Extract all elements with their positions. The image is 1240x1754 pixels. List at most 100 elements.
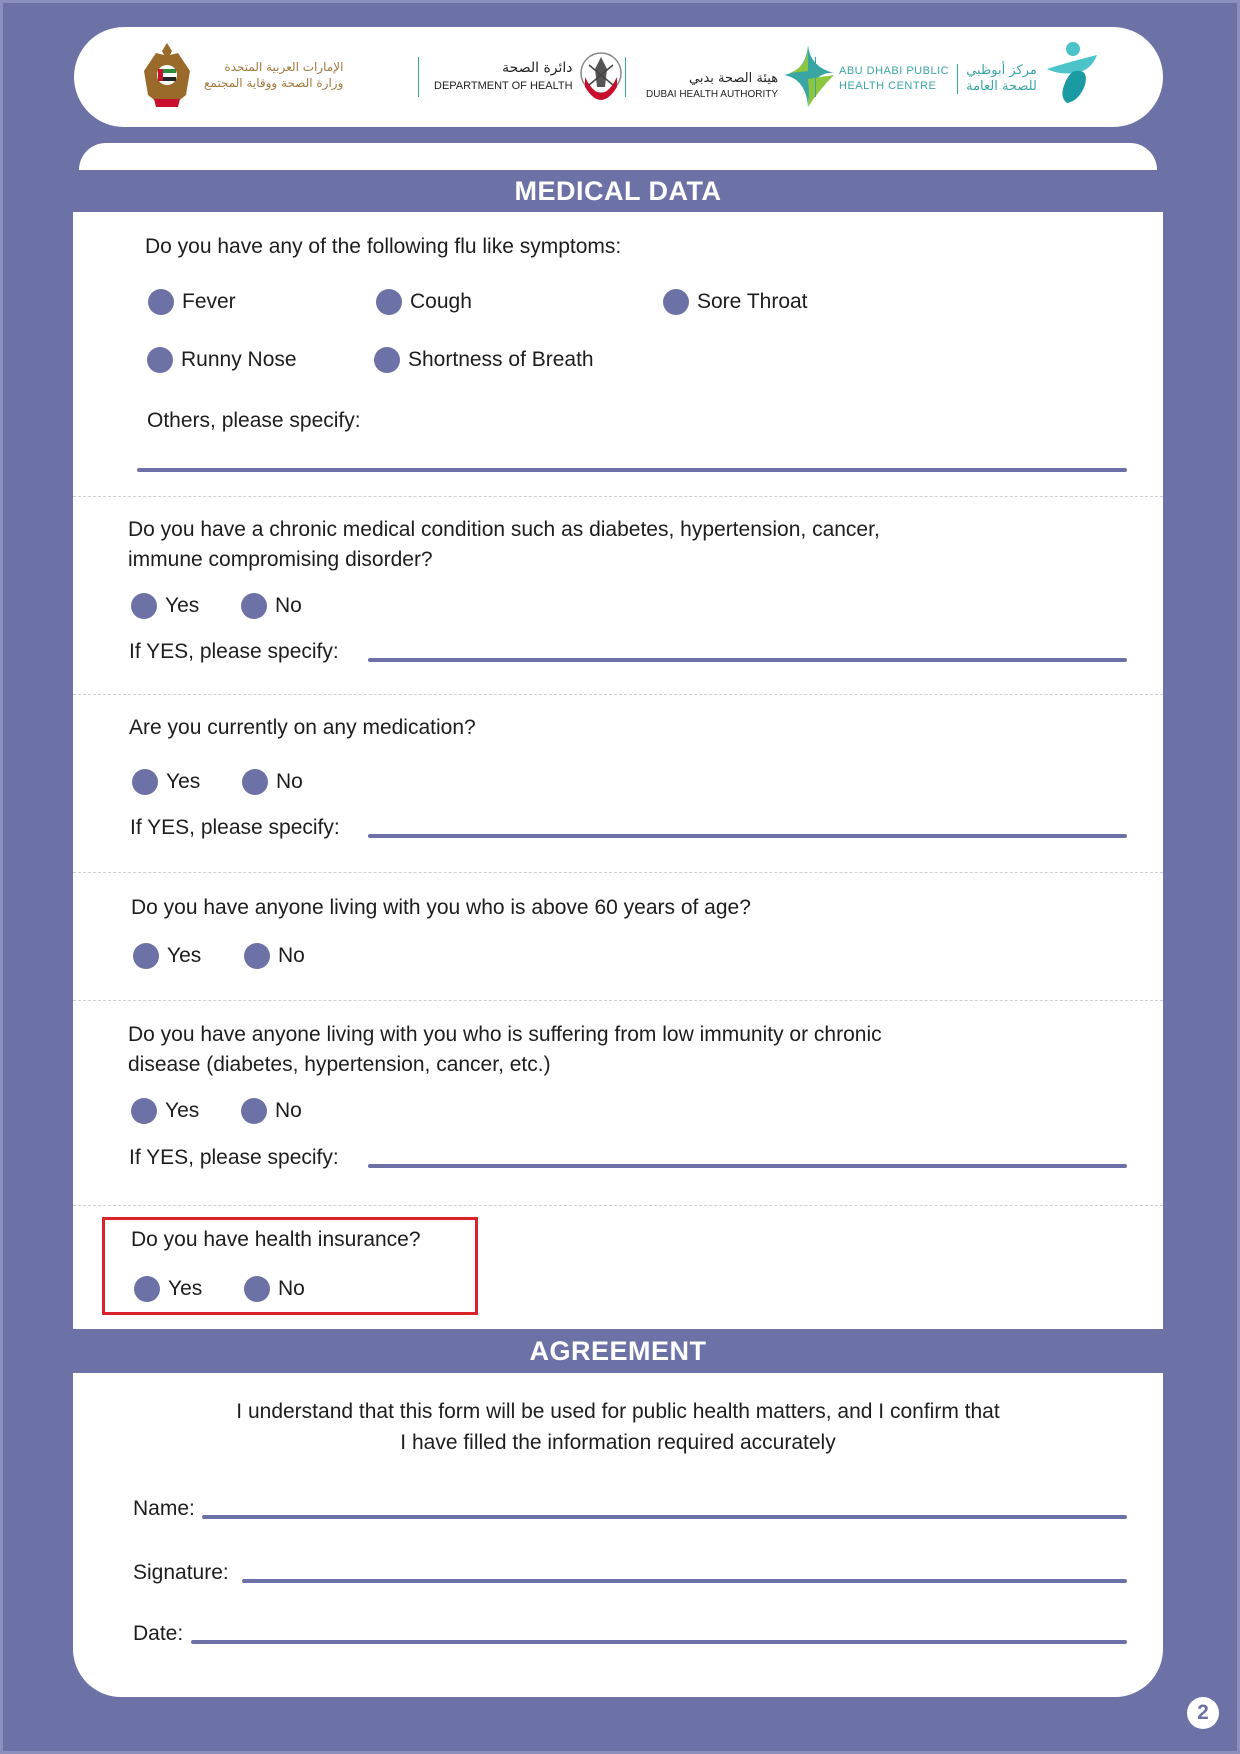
radio-icon[interactable] [131,1098,157,1124]
symptom-option-cough[interactable]: Cough [376,289,472,315]
agreement-card: I understand that this form will be used… [73,1373,1163,1697]
section-divider [73,694,1163,695]
symptom-option-fever[interactable]: Fever [148,289,236,315]
agreement-text: I understand that this form will be used… [73,1396,1163,1458]
section-divider [73,496,1163,497]
radio-icon[interactable] [374,347,400,373]
logo-abu-dhabi-public-health-centre: ABU DHABI PUBLIC HEALTH CENTRE مركز أبوظ… [839,42,1099,105]
option-label: Yes [165,1099,200,1122]
others-specify-label: Others, please specify: [147,409,361,432]
agreement-text-line: I understand that this form will be used… [236,1400,1000,1423]
radio-icon[interactable] [244,943,270,969]
question-line: Do you have a chronic medical condition … [128,518,880,541]
logo-divider [625,57,626,97]
symptom-option-runny-nose[interactable]: Runny Nose [147,347,297,373]
signature-input[interactable] [242,1579,1127,1583]
name-label: Name: [133,1497,195,1520]
medication-specify-label: If YES, please specify: [130,816,340,839]
dha-english: DUBAI HEALTH AUTHORITY [646,89,779,100]
option-label: Fever [182,290,236,313]
radio-icon[interactable] [134,1276,160,1302]
radio-icon[interactable] [241,593,267,619]
above-60-question: Do you have anyone living with you who i… [131,896,751,919]
adphc-arabic-1: مركز أبوظبي [966,63,1037,78]
uae-ministry-arabic-2: وزارة الصحة ووقاية المجتمع [204,76,344,90]
medical-data-card: Do you have any of the following flu lik… [73,212,1163,1329]
name-input[interactable] [202,1515,1127,1519]
radio-icon[interactable] [241,1098,267,1124]
date-label: Date: [133,1622,184,1645]
option-label: No [276,770,303,793]
section-divider [73,1000,1163,1001]
chronic-question: Do you have a chronic medical condition … [128,515,880,575]
question-line: immune compromising disorder? [128,548,433,571]
logo-header: الإمارات العربية المتحدة وزارة الصحة ووق… [74,27,1163,127]
logo-uae-ministry: الإمارات العربية المتحدة وزارة الصحة ووق… [142,41,343,109]
uae-ministry-arabic-1: الإمارات العربية المتحدة [224,60,344,74]
medication-question: Are you currently on any medication? [129,716,476,739]
option-label: Yes [167,944,202,967]
radio-icon[interactable] [242,769,268,795]
adphc-person-icon [1046,42,1097,103]
radio-icon[interactable] [148,289,174,315]
option-label: No [278,1277,305,1300]
date-input[interactable] [191,1640,1127,1644]
adphc-english-1: ABU DHABI PUBLIC [839,65,950,77]
option-label: Cough [410,290,472,313]
medication-specify-input[interactable] [368,834,1127,838]
radio-icon[interactable] [663,289,689,315]
symptom-option-shortness-of-breath[interactable]: Shortness of Breath [374,347,594,373]
low-immunity-yes-option[interactable]: Yes [131,1098,199,1124]
radio-icon[interactable] [244,1276,270,1302]
section-title-medical-data: MEDICAL DATA [73,170,1163,212]
radio-icon[interactable] [376,289,402,315]
low-immunity-specify-label: If YES, please specify: [129,1146,339,1169]
signature-label: Signature: [133,1561,229,1584]
dha-star-icon [784,45,835,107]
radio-icon[interactable] [131,593,157,619]
logo-dubai-health-authority: هيئة الصحة بدبي DUBAI HEALTH AUTHORITY [646,45,836,107]
chronic-yes-option[interactable]: Yes [131,593,199,619]
symptoms-question: Do you have any of the following flu lik… [145,235,622,258]
low-immunity-specify-input[interactable] [368,1164,1127,1168]
symptom-option-sore-throat[interactable]: Sore Throat [663,289,808,315]
option-label: Yes [166,770,201,793]
doh-english: DEPARTMENT OF HEALTH [434,80,573,92]
agreement-text-line: I have filled the information required a… [400,1431,836,1454]
radio-icon[interactable] [147,347,173,373]
option-label: No [275,594,302,617]
above-60-no-option[interactable]: No [244,943,305,969]
uae-emblem-icon [144,43,190,107]
adphc-separator [957,64,959,94]
question-line: disease (diabetes, hypertension, cancer,… [128,1053,551,1076]
insurance-yes-option[interactable]: Yes [134,1276,202,1302]
logo-divider [815,57,816,97]
option-label: Shortness of Breath [408,348,594,371]
others-specify-input[interactable] [137,468,1127,472]
above-60-yes-option[interactable]: Yes [133,943,201,969]
option-label: Sore Throat [697,290,808,313]
low-immunity-question: Do you have anyone living with you who i… [128,1020,882,1080]
medication-no-option[interactable]: No [242,769,303,795]
adphc-arabic-2: للصحة العامة [966,79,1037,94]
medication-yes-option[interactable]: Yes [132,769,200,795]
chronic-no-option[interactable]: No [241,593,302,619]
radio-icon[interactable] [133,943,159,969]
insurance-no-option[interactable]: No [244,1276,305,1302]
chronic-specify-input[interactable] [368,658,1127,662]
chronic-specify-label: If YES, please specify: [129,640,339,663]
dha-arabic: هيئة الصحة بدبي [689,71,779,86]
form-top-tab [79,143,1157,170]
doh-arabic: دائرة الصحة [502,60,573,76]
option-label: Yes [165,594,200,617]
option-label: No [275,1099,302,1122]
radio-icon[interactable] [132,769,158,795]
section-title-agreement: AGREEMENT [73,1329,1163,1373]
option-label: Runny Nose [181,348,297,371]
low-immunity-no-option[interactable]: No [241,1098,302,1124]
logo-department-of-health: دائرة الصحة DEPARTMENT OF HEALTH [434,47,623,107]
insurance-question: Do you have health insurance? [131,1228,421,1251]
abu-dhabi-falcon-emblem-icon [579,52,622,100]
section-divider [73,872,1163,873]
logo-divider [418,57,419,97]
